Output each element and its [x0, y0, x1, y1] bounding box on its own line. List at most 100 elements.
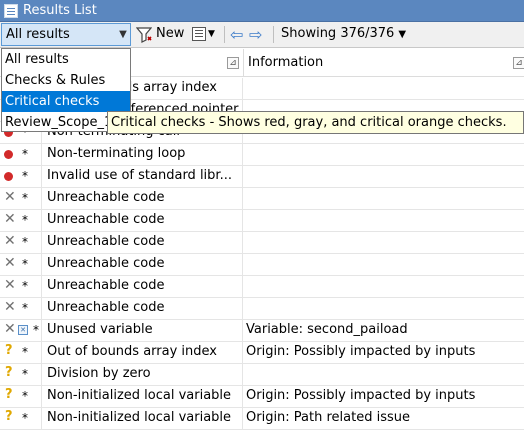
title-bar: Results List [0, 0, 524, 22]
information-cell: Variable: second_paiload [242, 320, 524, 341]
dropdown-option-checks-rules[interactable]: Checks & Rules [2, 70, 130, 91]
new-result-marker: * [22, 411, 28, 425]
check-cell: Unreachable code [47, 190, 165, 205]
information-cell [242, 298, 524, 319]
gray-check-icon: ✕ [4, 189, 16, 205]
table-row[interactable]: ✕ * Unreachable code [0, 276, 524, 298]
table-row[interactable]: ✕ * Unreachable code [0, 188, 524, 210]
tooltip: Critical checks - Shows red, gray, and c… [107, 111, 524, 134]
table-row[interactable]: ✕ * Unreachable code [0, 210, 524, 232]
orange-check-icon: ? [5, 387, 13, 402]
table-row[interactable]: ✕ * Unreachable code [0, 298, 524, 320]
new-result-marker: * [22, 213, 28, 227]
results-list-icon [4, 3, 18, 18]
new-result-marker: * [22, 279, 28, 293]
orange-check-icon: ? [5, 343, 13, 358]
check-cell: Unreachable code [47, 278, 165, 293]
status-cell: ✕ * [0, 210, 42, 231]
filter-icon[interactable] [135, 26, 153, 43]
table-row[interactable]: * Non-terminating loop [0, 144, 524, 166]
columns-menu-button[interactable]: ▼ [192, 27, 215, 41]
check-cell: Unreachable code [47, 256, 165, 271]
column-filter-icon[interactable]: ⊿ [227, 57, 239, 69]
toolbar-divider [273, 26, 274, 43]
information-cell [242, 144, 524, 165]
column-header-information[interactable]: Information [243, 49, 512, 77]
new-filter-button[interactable]: New [156, 26, 184, 41]
information-cell: Origin: Path related issue [242, 408, 524, 429]
new-result-marker: * [33, 323, 39, 337]
arrow-left-icon[interactable]: ⇦ [230, 25, 243, 44]
information-cell [242, 166, 524, 187]
new-result-marker: * [22, 301, 28, 315]
status-cell: ✕ * [0, 298, 42, 319]
justified-icon: ✕ [18, 325, 28, 335]
table-row[interactable]: ✕ ✕ * Unused variable Variable: second_pailo… [0, 320, 524, 342]
status-cell: ✕ * [0, 188, 42, 209]
check-cell: Unreachable code [47, 234, 165, 249]
dropdown-option-all-results[interactable]: All results [2, 49, 130, 70]
arrow-right-icon[interactable]: ⇨ [249, 25, 262, 44]
window-title: Results List [23, 3, 97, 18]
gray-check-icon: ✕ [4, 277, 16, 293]
chevron-down-icon[interactable]: ▼ [116, 29, 130, 40]
tooltip-text: Critical checks - Shows red, gray, and c… [111, 115, 507, 130]
information-cell [242, 254, 524, 275]
showing-menu-button[interactable]: Showing 376/376 ▼ [281, 26, 406, 41]
table-row[interactable]: ✕ * Unreachable code [0, 232, 524, 254]
check-cell: Invalid use of standard libr... [47, 168, 232, 183]
status-cell: ✕ * [0, 254, 42, 275]
chevron-down-icon: ▼ [208, 29, 215, 39]
information-cell [242, 78, 524, 99]
check-cell: Non-initialized local variable [47, 410, 232, 425]
information-cell [242, 232, 524, 253]
status-cell: ✕ ✕ * [0, 320, 42, 341]
orange-check-icon: ? [5, 365, 13, 380]
information-cell [242, 210, 524, 231]
information-cell [242, 188, 524, 209]
new-result-marker: * [22, 235, 28, 249]
showing-label: Showing 376/376 [281, 26, 395, 41]
new-result-marker: * [22, 345, 28, 359]
chevron-down-icon: ▼ [398, 29, 407, 40]
information-header-label: Information [248, 55, 324, 70]
check-cell: Unreachable code [47, 212, 165, 227]
filter-combobox[interactable]: All results ▼ [1, 23, 131, 46]
red-check-icon [4, 150, 13, 159]
new-result-marker: * [22, 389, 28, 403]
new-result-marker: * [22, 169, 28, 183]
information-cell: Origin: Possibly impacted by inputs [242, 342, 524, 363]
new-result-marker: * [22, 257, 28, 271]
status-cell: ✕ * [0, 276, 42, 297]
table-row[interactable]: * Invalid use of standard libr... [0, 166, 524, 188]
table-row[interactable]: ✕ * Unreachable code [0, 254, 524, 276]
dropdown-option-critical-checks[interactable]: Critical checks [2, 91, 130, 112]
gray-check-icon: ✕ [4, 299, 16, 315]
check-cell: Out of bounds array index [47, 344, 217, 359]
information-cell: Origin: Possibly impacted by inputs [242, 386, 524, 407]
status-cell: ✕ * [0, 232, 42, 253]
check-cell: Unused variable [47, 322, 153, 337]
table-row[interactable]: ? * Non-initialized local variable Origin: … [0, 386, 524, 408]
table-row[interactable]: ? * Division by zero [0, 364, 524, 386]
gray-check-icon: ✕ [4, 233, 16, 249]
check-cell: Non-initialized local variable [47, 388, 232, 403]
new-result-marker: * [22, 191, 28, 205]
status-cell: ? * [0, 408, 42, 429]
table-row[interactable]: ? * Out of bounds array index Origin: Possi… [0, 342, 524, 364]
information-cell [242, 276, 524, 297]
status-cell: ? * [0, 386, 42, 407]
status-cell: ? * [0, 342, 42, 363]
information-cell [242, 364, 524, 385]
gray-check-icon: ✕ [4, 255, 16, 271]
gray-check-icon: ✕ [4, 321, 16, 337]
status-cell: * [0, 166, 42, 187]
status-cell: ? * [0, 364, 42, 385]
filter-value: All results [6, 27, 70, 42]
check-cell: Division by zero [47, 366, 151, 381]
new-label: New [156, 26, 185, 41]
column-filter-icon[interactable]: ⊿ [513, 57, 524, 69]
columns-icon [192, 27, 206, 41]
new-result-marker: * [22, 147, 28, 161]
table-row[interactable]: ? * Non-initialized local variable Origin: … [0, 408, 524, 430]
